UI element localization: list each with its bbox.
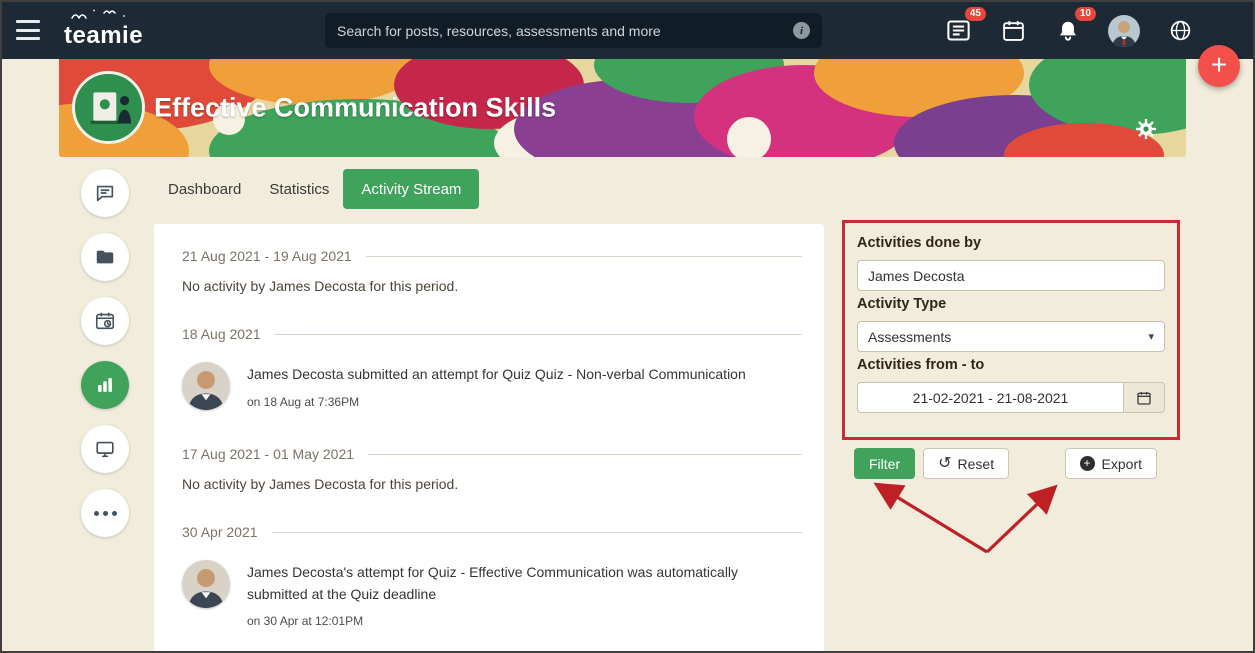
activity-type-value: Assessments <box>868 328 952 345</box>
globe-icon <box>1170 20 1190 41</box>
folder-icon <box>96 250 114 264</box>
activity-item: James Decosta submitted an attempt for Q… <box>182 356 802 410</box>
annotation-arrows <box>873 482 1058 554</box>
activity-text: James Decosta's attempt for Quiz - Effec… <box>247 564 739 602</box>
bar-chart-icon <box>98 378 112 392</box>
posts-icon <box>946 20 970 41</box>
gear-icon <box>1136 119 1156 139</box>
classroom-banner: Effective Communication Skills <box>59 59 1186 157</box>
stream-date-header: 18 Aug 2021 <box>182 326 802 342</box>
date-range-input[interactable] <box>857 382 1123 413</box>
done-by-input[interactable] <box>857 260 1165 291</box>
search-info-icon[interactable]: i <box>793 22 810 39</box>
tab-statistics[interactable]: Statistics <box>255 169 343 209</box>
sidebar-item-more[interactable] <box>81 489 129 537</box>
date-range-label: 17 Aug 2021 - 01 May 2021 <box>182 446 355 462</box>
done-by-label: Activities done by <box>857 235 982 251</box>
search-input[interactable] <box>337 22 793 39</box>
chat-bubble-icon <box>96 185 114 202</box>
date-range-group <box>857 382 1165 413</box>
activity-body: James Decosta's attempt for Quiz - Effec… <box>247 560 787 628</box>
hamburger-menu-icon[interactable] <box>16 20 40 40</box>
teamie-logo[interactable]: teamie <box>64 7 143 49</box>
activity-type-label: Activity Type <box>857 296 947 312</box>
divider <box>368 453 802 455</box>
tab-activity-stream[interactable]: Activity Stream <box>343 169 480 209</box>
export-button[interactable]: + Export <box>1064 448 1157 479</box>
activity-body: James Decosta submitted an attempt for Q… <box>247 362 746 410</box>
divider <box>365 255 802 257</box>
activity-stream-card: 21 Aug 2021 - 19 Aug 2021 No activity by… <box>154 224 824 651</box>
bell-icon <box>1060 21 1076 41</box>
tab-dashboard[interactable]: Dashboard <box>154 169 255 209</box>
stream-date-header: 21 Aug 2021 - 19 Aug 2021 <box>182 248 802 264</box>
chevron-down-icon: ▾ <box>1148 331 1154 343</box>
date-range-label: 30 Apr 2021 <box>182 524 258 540</box>
sidebar-item-statistics[interactable] <box>81 361 129 409</box>
classroom-settings-button[interactable] <box>1134 117 1158 141</box>
top-navbar: teamie i 45 10 <box>2 2 1253 59</box>
calendar-button[interactable] <box>998 16 1028 46</box>
date-range-label: 18 Aug 2021 <box>182 326 261 342</box>
page: teamie i 45 10 <box>0 0 1255 653</box>
date-range-label: Activities from - to <box>857 357 985 373</box>
global-search-bar: i <box>325 13 822 48</box>
activity-timestamp: on 18 Aug at 7:36PM <box>247 394 360 409</box>
activity-item: James Decosta's attempt for Quiz - Effec… <box>182 554 802 628</box>
date-picker-button[interactable] <box>1123 382 1165 413</box>
classroom-title: Effective Communication Skills <box>154 92 557 123</box>
filter-button[interactable]: Filter <box>854 448 916 479</box>
notifications-button[interactable]: 10 <box>1053 6 1096 46</box>
classroom-tabs: Dashboard Statistics Activity Stream <box>154 169 480 209</box>
classroom-avatar[interactable] <box>72 71 145 144</box>
date-range-label: 21 Aug 2021 - 19 Aug 2021 <box>182 248 352 264</box>
stream-date-header: 30 Apr 2021 <box>182 524 802 540</box>
classroom-avatar-image <box>75 74 142 141</box>
reset-button[interactable]: ↺ Reset <box>923 448 1010 479</box>
user-avatar[interactable] <box>1108 14 1140 47</box>
student-avatar-image <box>182 560 230 608</box>
sidebar-item-materials[interactable] <box>81 233 129 281</box>
reset-icon: ↺ <box>938 454 952 472</box>
no-activity-message: No activity by James Decosta for this pe… <box>182 278 459 294</box>
activity-text: James Decosta submitted an attempt for Q… <box>247 366 746 382</box>
activity-filter-panel: Activities done by Activity Type Assessm… <box>842 220 1180 440</box>
calendar-icon <box>1002 21 1024 41</box>
notifications-count-badge: 10 <box>1074 6 1096 21</box>
sidebar-item-calendar[interactable] <box>81 297 129 345</box>
ellipsis-icon <box>93 510 117 516</box>
stream-date-header: 17 Aug 2021 - 01 May 2021 <box>182 446 802 462</box>
divider <box>274 333 802 335</box>
navbar-actions: 45 10 <box>943 2 1195 59</box>
student-avatar-image <box>182 362 230 410</box>
posts-count-badge: 45 <box>964 6 986 21</box>
reset-button-label: Reset <box>957 455 995 472</box>
sidebar-item-discussions[interactable] <box>81 169 129 217</box>
posts-button[interactable]: 45 <box>943 6 986 46</box>
plus-icon: + <box>1210 48 1228 80</box>
logo-birds-icon <box>71 9 125 19</box>
logo-wordmark: teamie <box>64 22 144 49</box>
calendar-clock-icon <box>95 312 115 330</box>
create-new-button[interactable]: + <box>1198 45 1240 87</box>
help-button[interactable] <box>1165 16 1195 46</box>
export-plus-icon: + <box>1079 456 1095 471</box>
filter-actions: Filter ↺ Reset + Export <box>854 448 1157 479</box>
monitor-icon <box>96 441 114 458</box>
student-avatar[interactable] <box>182 362 230 410</box>
divider <box>271 531 802 533</box>
export-button-label: Export <box>1101 455 1142 472</box>
sidebar-item-screen[interactable] <box>81 425 129 473</box>
activity-type-select[interactable]: Assessments ▾ <box>857 321 1165 352</box>
calendar-small-icon <box>1137 391 1151 405</box>
student-avatar[interactable] <box>182 560 230 608</box>
user-avatar-image <box>1108 14 1140 47</box>
activity-timestamp: on 30 Apr at 12:01PM <box>247 614 364 629</box>
no-activity-message: No activity by James Decosta for this pe… <box>182 476 459 492</box>
